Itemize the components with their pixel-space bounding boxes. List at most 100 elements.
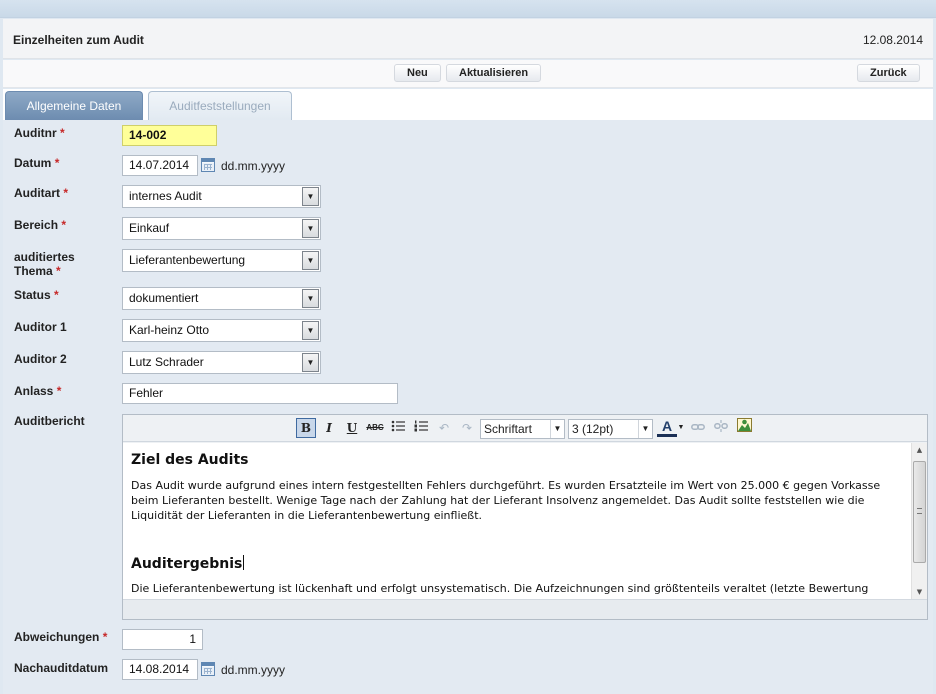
report-heading-ergebnis-text: Auditergebnis: [131, 556, 243, 572]
datum-label: Datum *: [14, 156, 59, 170]
audit-form: Auditnr * 14-002 Datum * 14.07.2014 dd.m…: [3, 120, 933, 694]
font-family-value: Schriftart: [484, 422, 533, 436]
font-color-chevron-icon[interactable]: ▼: [676, 418, 686, 438]
chevron-down-icon[interactable]: ▼: [302, 289, 319, 308]
top-strip: [0, 0, 936, 18]
required-mark: *: [102, 630, 108, 644]
chevron-down-icon[interactable]: ▼: [302, 187, 319, 206]
new-button[interactable]: Neu: [394, 64, 441, 82]
bereich-value: Einkauf: [129, 221, 170, 235]
font-size-select[interactable]: 3 (12pt) ▼: [568, 419, 653, 439]
unlink-icon[interactable]: [711, 418, 731, 438]
link-icon[interactable]: [688, 418, 708, 438]
anlass-label: Anlass *: [14, 384, 61, 398]
font-family-select[interactable]: Schriftart ▼: [480, 419, 565, 439]
report-heading-ergebnis: Auditergebnis: [131, 555, 245, 572]
strikethrough-button[interactable]: ABC: [365, 418, 385, 438]
auditbericht-label: Auditbericht: [14, 414, 85, 428]
required-mark: *: [56, 384, 62, 398]
report-heading-ziel: Ziel des Audits: [131, 452, 249, 468]
required-mark: *: [54, 288, 59, 302]
auditnr-label: Auditnr *: [14, 126, 65, 140]
auditnr-input[interactable]: 14-002: [122, 125, 217, 146]
editor-toolbar: B I U ABC ↶ ↷ Schriftart ▼ 3 (12pt) ▼ A ▼: [123, 415, 927, 442]
chevron-down-icon[interactable]: ▼: [638, 420, 652, 438]
status-value: dokumentiert: [129, 291, 199, 305]
bereich-label: Bereich *: [14, 218, 66, 232]
abweichungen-input[interactable]: 1: [122, 629, 203, 650]
chevron-down-icon[interactable]: ▼: [302, 353, 319, 372]
tab-bar: Allgemeine Daten Auditfeststellungen: [3, 89, 933, 120]
thema-label: auditiertes Thema *: [14, 250, 75, 278]
auditor2-select[interactable]: Lutz Schrader ▼: [122, 351, 321, 374]
auditart-label: Auditart *: [14, 186, 68, 200]
datum-label-text: Datum: [14, 156, 52, 170]
page-title: Einzelheiten zum Audit: [13, 33, 144, 47]
nachauditdatum-format-hint: dd.mm.yyyy: [221, 663, 286, 677]
status-label-text: Status: [14, 288, 51, 302]
scroll-down-icon[interactable]: ▼: [912, 585, 927, 599]
datum-input[interactable]: 14.07.2014: [122, 155, 198, 176]
chevron-down-icon[interactable]: ▼: [302, 251, 319, 270]
redo-icon[interactable]: ↷: [457, 418, 477, 438]
datum-format-hint: dd.mm.yyyy: [221, 159, 286, 173]
refresh-button[interactable]: Aktualisieren: [446, 64, 542, 82]
required-mark: *: [54, 156, 60, 170]
abweichungen-label: Abweichungen *: [14, 630, 107, 644]
insert-image-icon[interactable]: [734, 418, 754, 438]
report-paragraph-ergebnis: Die Lieferantenbewertung ist lückenhaft …: [131, 582, 869, 595]
nachauditdatum-input[interactable]: 14.08.2014: [122, 659, 198, 680]
bereich-label-text: Bereich: [14, 218, 59, 232]
undo-icon[interactable]: ↶: [434, 418, 454, 438]
editor-status-bar: [123, 599, 927, 619]
numbered-list-icon[interactable]: [411, 418, 431, 438]
thema-label-line1: auditiertes: [14, 250, 75, 264]
page-header: Einzelheiten zum Audit 12.08.2014: [3, 19, 933, 59]
action-toolbar: Neu Aktualisieren Zurück: [3, 60, 933, 88]
italic-button[interactable]: I: [319, 418, 339, 438]
thema-label-line2: Thema: [14, 264, 53, 278]
tab-auditfeststellungen[interactable]: Auditfeststellungen: [148, 91, 292, 120]
back-button[interactable]: Zurück: [857, 64, 920, 82]
chevron-down-icon[interactable]: ▼: [302, 219, 319, 238]
header-date: 12.08.2014: [862, 33, 923, 47]
editor-scrollbar[interactable]: ▲ ▼: [911, 443, 927, 599]
chevron-down-icon[interactable]: ▼: [302, 321, 319, 340]
font-size-value: 3 (12pt): [572, 422, 614, 436]
required-mark: *: [60, 126, 65, 140]
rich-text-editor: B I U ABC ↶ ↷ Schriftart ▼ 3 (12pt) ▼ A ▼: [122, 414, 928, 620]
calendar-icon[interactable]: [201, 158, 215, 172]
font-color-button[interactable]: A: [657, 418, 677, 437]
required-mark: *: [56, 264, 61, 278]
nachauditdatum-label: Nachauditdatum: [14, 661, 109, 675]
auditor2-label: Auditor 2: [14, 352, 67, 366]
chevron-down-icon[interactable]: ▼: [550, 420, 564, 438]
editor-content[interactable]: Ziel des Audits Das Audit wurde aufgrund…: [123, 443, 927, 599]
tab-allgemeine-daten[interactable]: Allgemeine Daten: [5, 91, 143, 120]
text-caret: [243, 555, 245, 570]
auditart-select[interactable]: internes Audit ▼: [122, 185, 321, 208]
required-mark: *: [61, 218, 67, 232]
thema-value: Lieferantenbewertung: [129, 253, 246, 267]
status-select[interactable]: dokumentiert ▼: [122, 287, 321, 310]
report-paragraph-ziel: Das Audit wurde aufgrund eines intern fe…: [131, 479, 881, 522]
calendar-icon[interactable]: [201, 662, 215, 676]
auditnr-label-text: Auditnr: [14, 126, 57, 140]
thema-select[interactable]: Lieferantenbewertung ▼: [122, 249, 321, 272]
underline-button[interactable]: U: [342, 418, 362, 438]
bold-button[interactable]: B: [296, 418, 316, 438]
scrollbar-thumb[interactable]: [913, 461, 926, 563]
auditor1-label: Auditor 1: [14, 320, 67, 334]
anlass-label-text: Anlass: [14, 384, 54, 398]
required-mark: *: [63, 186, 69, 200]
scroll-up-icon[interactable]: ▲: [912, 443, 927, 457]
anlass-input[interactable]: Fehler: [122, 383, 398, 404]
auditor1-select[interactable]: Karl-heinz Otto ▼: [122, 319, 321, 342]
abweichungen-label-text: Abweichungen: [14, 630, 100, 644]
auditor2-value: Lutz Schrader: [129, 355, 204, 369]
bereich-select[interactable]: Einkauf ▼: [122, 217, 321, 240]
auditart-label-text: Auditart: [14, 186, 60, 200]
bullet-list-icon[interactable]: [388, 418, 408, 438]
grip-icon: [917, 508, 922, 514]
status-label: Status *: [14, 288, 59, 302]
